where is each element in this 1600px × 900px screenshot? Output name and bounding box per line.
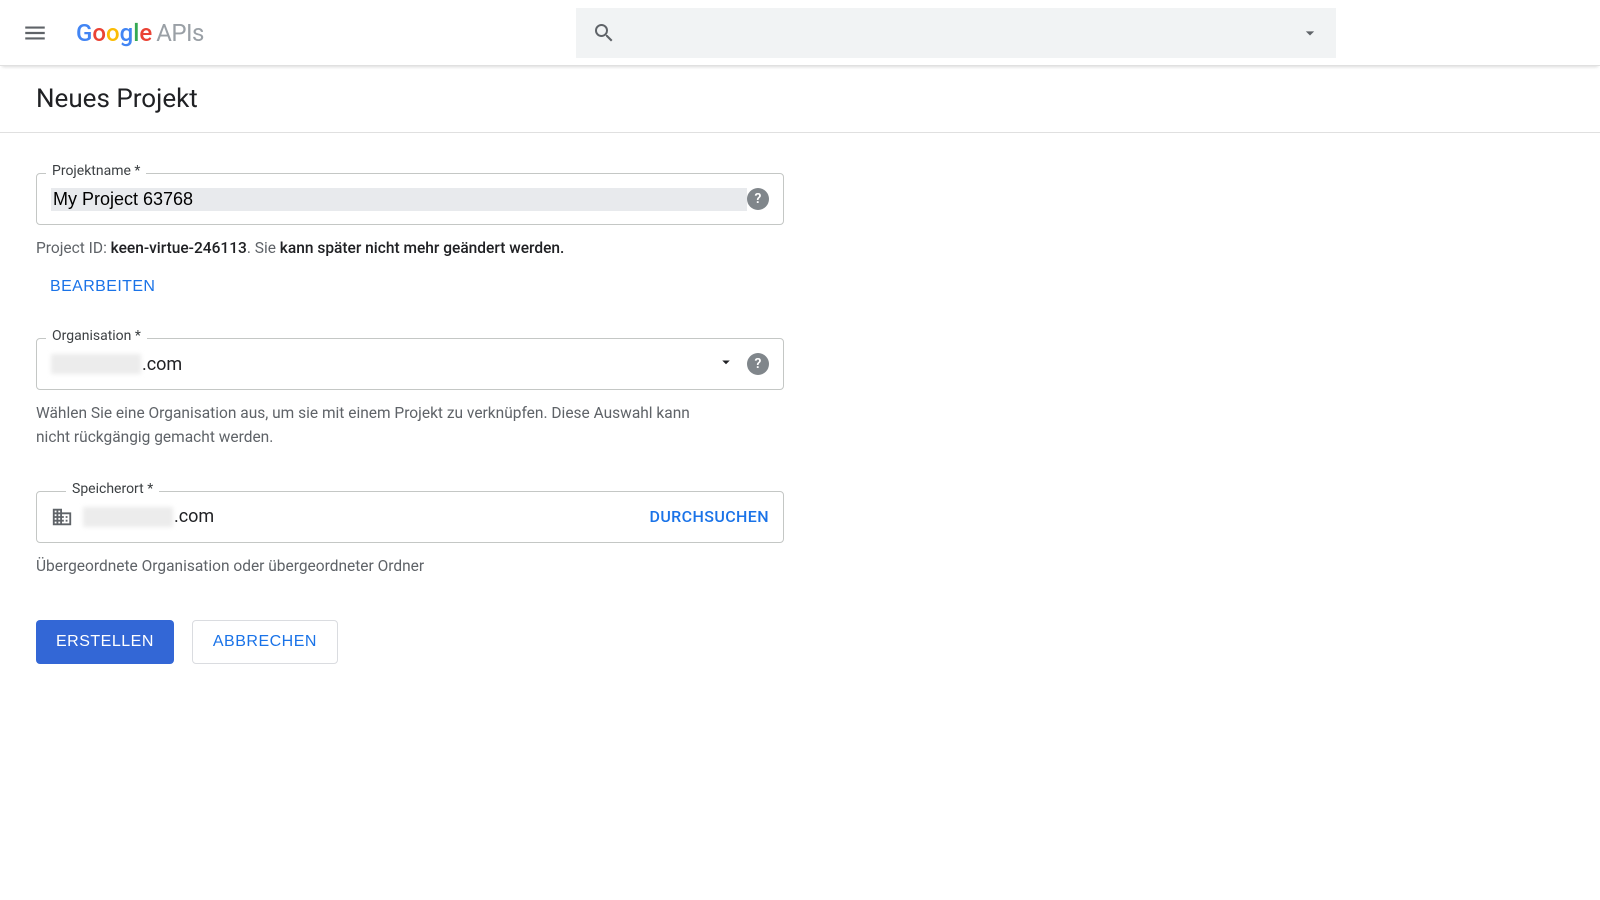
- location-value-suffix: .com: [174, 506, 214, 527]
- location-field[interactable]: .com DURCHSUCHEN: [36, 491, 784, 543]
- project-name-field-wrap: Projektname * ?: [36, 173, 784, 225]
- product-logo-suffix: APIs: [156, 21, 204, 45]
- project-name-help-icon[interactable]: ?: [747, 188, 769, 210]
- organisation-dropdown-icon[interactable]: [717, 353, 735, 376]
- form-actions: ERSTELLEN ABBRECHEN: [36, 620, 784, 664]
- create-button[interactable]: ERSTELLEN: [36, 620, 174, 664]
- page-title: Neues Projekt: [36, 84, 1564, 114]
- page-subheader: Neues Projekt: [0, 66, 1600, 133]
- organisation-help-icon[interactable]: ?: [747, 353, 769, 375]
- product-logo[interactable]: Google APIs: [76, 21, 204, 45]
- organisation-label: Organisation *: [46, 328, 147, 344]
- browse-location-button[interactable]: DURCHSUCHEN: [649, 507, 769, 526]
- location-hint: Übergeordnete Organisation oder übergeor…: [36, 555, 784, 578]
- menu-button[interactable]: [14, 12, 56, 54]
- app-header: Google APIs: [0, 0, 1600, 66]
- search-icon: [592, 21, 616, 45]
- location-label: Speicherort *: [66, 481, 159, 497]
- organisation-field-wrap: Organisation * .com ?: [36, 338, 784, 390]
- organisation-value-suffix: .com: [142, 354, 182, 375]
- organisation-hint: Wählen Sie eine Organisation aus, um sie…: [36, 402, 716, 449]
- search-dropdown-icon[interactable]: [1300, 23, 1320, 43]
- organisation-select[interactable]: .com ?: [36, 338, 784, 390]
- new-project-form: Projektname * ? Project ID: keen-virtue-…: [0, 133, 820, 704]
- search-bar[interactable]: [576, 8, 1336, 58]
- location-field-wrap: Speicherort * .com DURCHSUCHEN: [36, 491, 784, 543]
- organisation-icon: [51, 506, 73, 528]
- project-name-label: Projektname *: [46, 163, 146, 179]
- organisation-value-redacted: [51, 354, 141, 374]
- project-name-input[interactable]: [51, 188, 747, 211]
- project-name-field[interactable]: ?: [36, 173, 784, 225]
- hamburger-icon: [22, 20, 48, 46]
- cancel-button[interactable]: ABBRECHEN: [192, 620, 338, 664]
- project-id-hint: Project ID: keen-virtue-246113. Sie kann…: [36, 237, 784, 260]
- edit-project-id-button[interactable]: BEARBEITEN: [50, 278, 155, 296]
- building-icon: [51, 506, 73, 528]
- location-value-redacted: [83, 507, 173, 527]
- caret-down-icon: [717, 353, 735, 371]
- search-input[interactable]: [632, 24, 1300, 42]
